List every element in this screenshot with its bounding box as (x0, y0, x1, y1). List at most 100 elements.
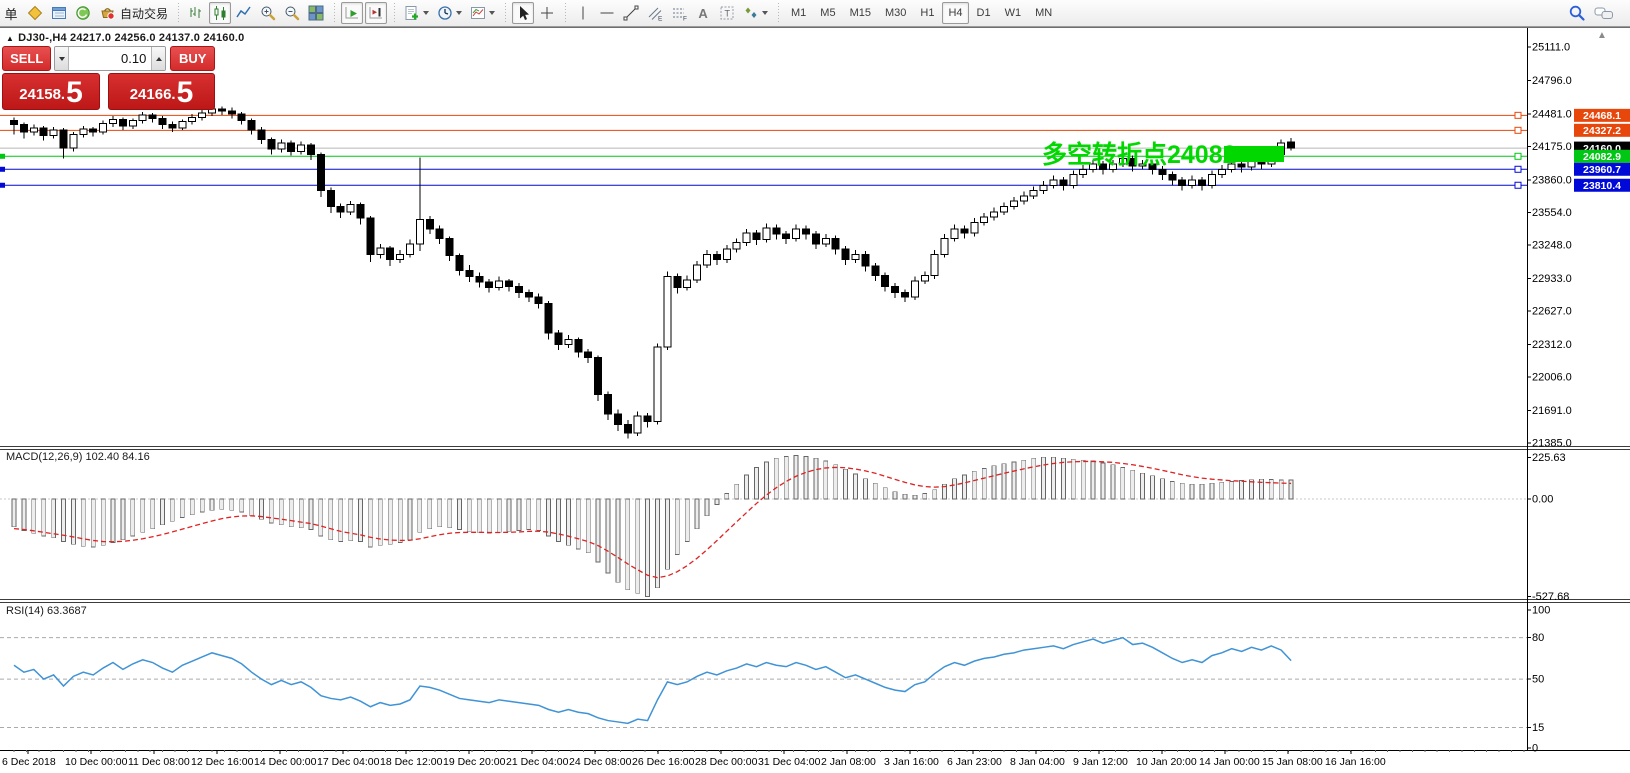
chart-shift-button[interactable] (365, 2, 387, 24)
macd-tick-label: -527.68 (1532, 591, 1569, 603)
chart-candles-button[interactable] (209, 2, 231, 24)
timeframe-button-m30[interactable]: M30 (879, 2, 912, 24)
text-label-icon: T (719, 5, 735, 21)
sell-price-pip: 5 (66, 78, 83, 108)
svg-text:T: T (725, 9, 731, 19)
trade-panel-expander-icon[interactable]: ▲ (6, 34, 14, 43)
search-icon (1569, 5, 1586, 22)
time-axis-label: 10 Jan 20:00 (1136, 756, 1197, 768)
time-axis-label: 12 Dec 16:00 (191, 756, 254, 768)
line-left-handle[interactable] (0, 154, 5, 159)
trendline-icon (623, 5, 639, 21)
timeframe-button-w1[interactable]: W1 (999, 2, 1028, 24)
chart-corner-arrow-icon[interactable]: ▲ (1597, 30, 1607, 41)
timeframe-button-m1[interactable]: M1 (785, 2, 812, 24)
time-axis-label: 21 Dec 04:00 (506, 756, 569, 768)
navigator-button[interactable] (72, 2, 94, 24)
horizontal-line-tool-button[interactable] (596, 2, 618, 24)
price-tick-label: 22312.0 (1532, 339, 1572, 351)
new-order-button[interactable]: 单 (0, 2, 22, 24)
time-axis-label: 26 Dec 16:00 (632, 756, 695, 768)
symbol-ohlc-label: ▲DJ30-,H4 24217.0 24256.0 24137.0 24160.… (6, 32, 244, 44)
zoom-out-icon (284, 5, 300, 21)
search-button[interactable] (1566, 2, 1589, 24)
cursor-button[interactable] (512, 2, 534, 24)
annotation-text[interactable]: 多空转折点24082 (1042, 140, 1237, 170)
line-right-handle[interactable] (1515, 127, 1521, 133)
time-axis-label: 3 Jan 16:00 (884, 756, 939, 768)
data-window-button[interactable] (48, 2, 70, 24)
navigator-icon (75, 5, 91, 21)
template-icon (470, 5, 486, 21)
arrows-tool-button[interactable] (740, 2, 771, 24)
crosshair-button[interactable] (536, 2, 558, 24)
horizontal-lines-layer (0, 112, 1527, 188)
line-right-handle[interactable] (1515, 153, 1521, 159)
buy-price-main: 24166 (130, 82, 172, 108)
chevron-down-icon (456, 11, 462, 15)
periods-button[interactable] (434, 2, 465, 24)
line-left-handle[interactable] (0, 183, 5, 188)
chart-canvas[interactable]: 25111.024796.024481.024175.023860.023554… (0, 28, 1630, 773)
tile-windows-icon (308, 5, 324, 21)
arrows-shapes-icon (743, 5, 759, 21)
cursor-arrow-icon (515, 5, 531, 21)
auto-scroll-button[interactable] (341, 2, 363, 24)
timeframe-button-m15[interactable]: M15 (844, 2, 877, 24)
timeframe-button-d1[interactable]: D1 (971, 2, 997, 24)
volume-input[interactable] (69, 47, 151, 70)
line-right-handle[interactable] (1515, 112, 1521, 118)
line-left-handle[interactable] (0, 167, 5, 172)
rsi-tick-label: 100 (1532, 605, 1550, 617)
toolbar-right-group (1565, 2, 1628, 24)
autotrading-button[interactable]: 自动交易 (96, 2, 171, 24)
trendline-tool-button[interactable] (620, 2, 642, 24)
text-label-tool-button[interactable]: T (716, 2, 738, 24)
indicators-button[interactable] (401, 2, 432, 24)
timeframe-button-mn[interactable]: MN (1029, 2, 1058, 24)
price-badge-label: 23810.4 (1583, 180, 1621, 192)
vertical-line-tool-button[interactable] (572, 2, 594, 24)
templates-button[interactable] (467, 2, 498, 24)
buy-price-display[interactable]: 24166.5 (108, 73, 215, 110)
timeframe-button-m5[interactable]: M5 (814, 2, 841, 24)
rsi-tick-label: 0 (1532, 743, 1538, 755)
price-badge-label: 24327.2 (1583, 125, 1621, 137)
chart-shift-icon (368, 5, 384, 21)
chevron-down-icon (423, 11, 429, 15)
volume-decrease-button[interactable] (55, 47, 69, 70)
time-axis-label: 11 Dec 08:00 (128, 756, 190, 768)
tile-windows-button[interactable] (305, 2, 327, 24)
line-chart-icon (236, 5, 252, 21)
toolbar-separator (176, 3, 180, 23)
zoom-in-button[interactable] (257, 2, 279, 24)
time-axis-label: 8 Jan 04:00 (1010, 756, 1065, 768)
time-axis-label: 19 Dec 20:00 (443, 756, 506, 768)
line-right-handle[interactable] (1515, 182, 1521, 188)
line-right-handle[interactable] (1515, 166, 1521, 172)
crosshair-icon (539, 5, 555, 21)
chat-button[interactable] (1591, 2, 1617, 24)
buy-button[interactable]: BUY (170, 46, 215, 71)
timeframe-button-h4[interactable]: H4 (942, 2, 968, 24)
price-tick-label: 23860.0 (1532, 174, 1572, 186)
sell-button[interactable]: SELL (2, 46, 51, 71)
zoom-out-button[interactable] (281, 2, 303, 24)
macd-tick-label: 0.00 (1532, 494, 1553, 506)
sell-price-main: 24158 (19, 82, 61, 108)
time-axis-label: 9 Jan 12:00 (1073, 756, 1128, 768)
timeframe-button-h1[interactable]: H1 (914, 2, 940, 24)
time-axis-label: 28 Dec 00:00 (695, 756, 758, 768)
channel-tool-button[interactable]: E (644, 2, 666, 24)
volume-increase-button[interactable] (151, 47, 165, 70)
fibonacci-tool-button[interactable]: F (668, 2, 690, 24)
text-tool-button[interactable]: A (692, 2, 714, 24)
chart-line-button[interactable] (233, 2, 255, 24)
macd-histogram (12, 456, 1293, 597)
chart-bars-button[interactable] (185, 2, 207, 24)
fibonacci-icon: F (671, 5, 687, 21)
new-order-label: 单 (4, 4, 17, 23)
market-watch-button[interactable] (24, 2, 46, 24)
chart-window[interactable]: 25111.024796.024481.024175.023860.023554… (0, 27, 1630, 772)
sell-price-display[interactable]: 24158.5 (2, 73, 100, 110)
